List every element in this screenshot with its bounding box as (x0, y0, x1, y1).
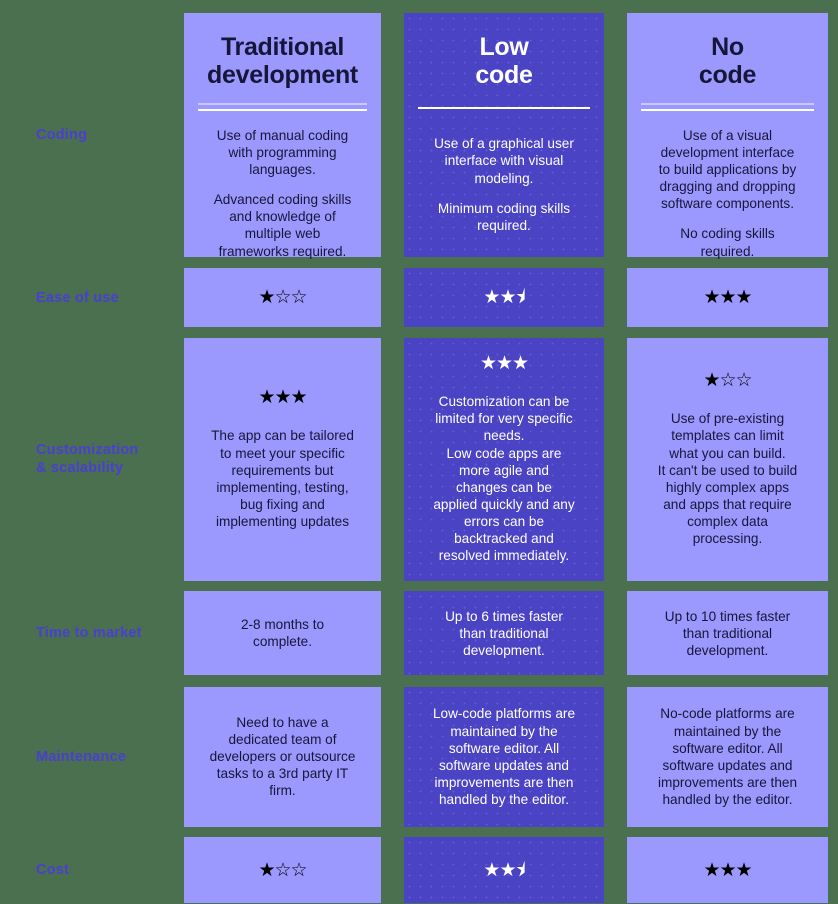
star-rating: ★★★ (479, 353, 529, 375)
header-divider (641, 103, 814, 111)
cell-no_code-row-4: No-code platforms are maintained by the … (627, 686, 828, 827)
right-margin (828, 687, 838, 828)
column-gap (381, 268, 404, 328)
cell-low_code-row-5: ★★⯨ (404, 837, 604, 904)
cell-paragraph: No coding skills required. (680, 226, 775, 259)
column-header-traditional: Traditional development (207, 32, 358, 89)
cell-paragraph: Advanced coding skills and knowledge of … (213, 192, 352, 259)
header-divider (418, 107, 590, 110)
star-rating: ★☆☆ (703, 370, 752, 392)
row-gap (0, 582, 838, 591)
row-label-4: Maintenance (36, 748, 127, 765)
row-label-1: Ease of use (36, 289, 119, 306)
cell-traditional-row-4: Need to have a dedicated team of develop… (184, 686, 381, 827)
cell-no_code-row-0: No code Use of a visual development inter… (627, 12, 828, 259)
cell-no_code-row-1: ★★★ (627, 268, 828, 328)
cell-paragraph: Use of pre-existing templates can limit … (657, 411, 798, 547)
cell-paragraph: No-code platforms are maintained by the … (657, 706, 798, 807)
star-rating: ★★★ (258, 387, 307, 409)
column-gap (604, 13, 627, 258)
cell-paragraph: Low-code platforms are maintained by the… (432, 706, 576, 807)
row-label-5: Cost (36, 862, 70, 879)
cell-traditional-row-3: 2-8 months to complete. (184, 591, 381, 676)
cell-low_code-row-1: ★★⯨ (404, 268, 604, 328)
row-label-2: Customization & scalability (36, 442, 139, 477)
column-gap (604, 268, 627, 328)
cell-no_code-row-3: Up to 10 times faster than traditional d… (627, 591, 828, 676)
star-rating: ★☆☆ (258, 287, 307, 309)
right-margin (828, 837, 838, 904)
right-margin (828, 13, 838, 258)
cell-low_code-row-4: Low-code platforms are maintained by the… (404, 686, 604, 827)
column-gap (381, 338, 404, 582)
cell-low_code-row-3: Up to 6 times faster than traditional de… (404, 591, 604, 676)
right-margin (828, 591, 838, 676)
cell-traditional-row-2: ★★★ The app can be tailored to meet your … (184, 337, 381, 581)
star-rating: ★★★ (703, 859, 752, 881)
column-gap (381, 837, 404, 904)
star-rating: ★★⯨ (483, 859, 525, 881)
column-gap (381, 13, 404, 258)
star-rating: ★★⯨ (483, 287, 525, 309)
star-rating: ★★★ (703, 287, 752, 309)
row-gap (0, 328, 838, 337)
cell-paragraph: Customization can be limited for very sp… (433, 394, 575, 564)
column-gap (604, 591, 627, 676)
row-gap (0, 676, 838, 686)
top-margin (0, 0, 838, 12)
column-header-no_code: No code (698, 32, 757, 89)
column-gap (604, 837, 627, 904)
header-divider-solid (641, 108, 814, 111)
cell-paragraph: Use of a visual development interface to… (658, 127, 797, 212)
column-gap (604, 687, 627, 828)
cell-paragraph: Need to have a dedicated team of develop… (209, 714, 356, 799)
header-divider-solid (198, 108, 367, 111)
header-divider (198, 103, 367, 111)
cell-no_code-row-2: ★☆☆ Use of pre-existing templates can lim… (627, 337, 828, 581)
header-divider-faint (641, 103, 814, 105)
column-gap (381, 591, 404, 676)
row-label-0: Coding (36, 126, 88, 143)
comparison-table: Coding Traditional development Use of manu… (0, 0, 838, 904)
row-gap (0, 828, 838, 837)
cell-traditional-row-0: Traditional development Use of manual cod… (184, 12, 381, 259)
column-gap (604, 338, 627, 582)
cell-traditional-row-1: ★☆☆ (184, 268, 381, 328)
cell-no_code-row-5: ★★★ (627, 837, 828, 904)
star-rating: ★☆☆ (258, 859, 307, 881)
column-gap (381, 687, 404, 828)
right-margin (828, 338, 838, 582)
cell-paragraph: Use of a graphical user interface with v… (434, 136, 574, 186)
cell-traditional-row-5: ★☆☆ (184, 837, 381, 904)
cell-low_code-row-2: ★★★ Customization can be limited for very… (404, 337, 604, 581)
cell-paragraph: 2-8 months to complete. (240, 617, 325, 650)
cell-paragraph: The app can be tailored to meet your spe… (211, 428, 354, 529)
right-margin (828, 268, 838, 328)
cell-paragraph: Minimum coding skills required. (437, 200, 571, 233)
header-divider-solid (418, 107, 590, 110)
cell-low_code-row-0: Low code Use of a graphical user interfac… (404, 12, 604, 257)
row-label-3: Time to market (36, 625, 142, 642)
header-divider-faint (198, 103, 367, 105)
row-gap (0, 258, 838, 268)
cell-paragraph: Up to 10 times faster than traditional d… (664, 608, 791, 658)
cell-paragraph: Up to 6 times faster than traditional de… (445, 608, 563, 658)
cell-paragraph: Use of manual coding with programming la… (216, 127, 349, 177)
column-header-low_code: Low code (475, 32, 533, 89)
